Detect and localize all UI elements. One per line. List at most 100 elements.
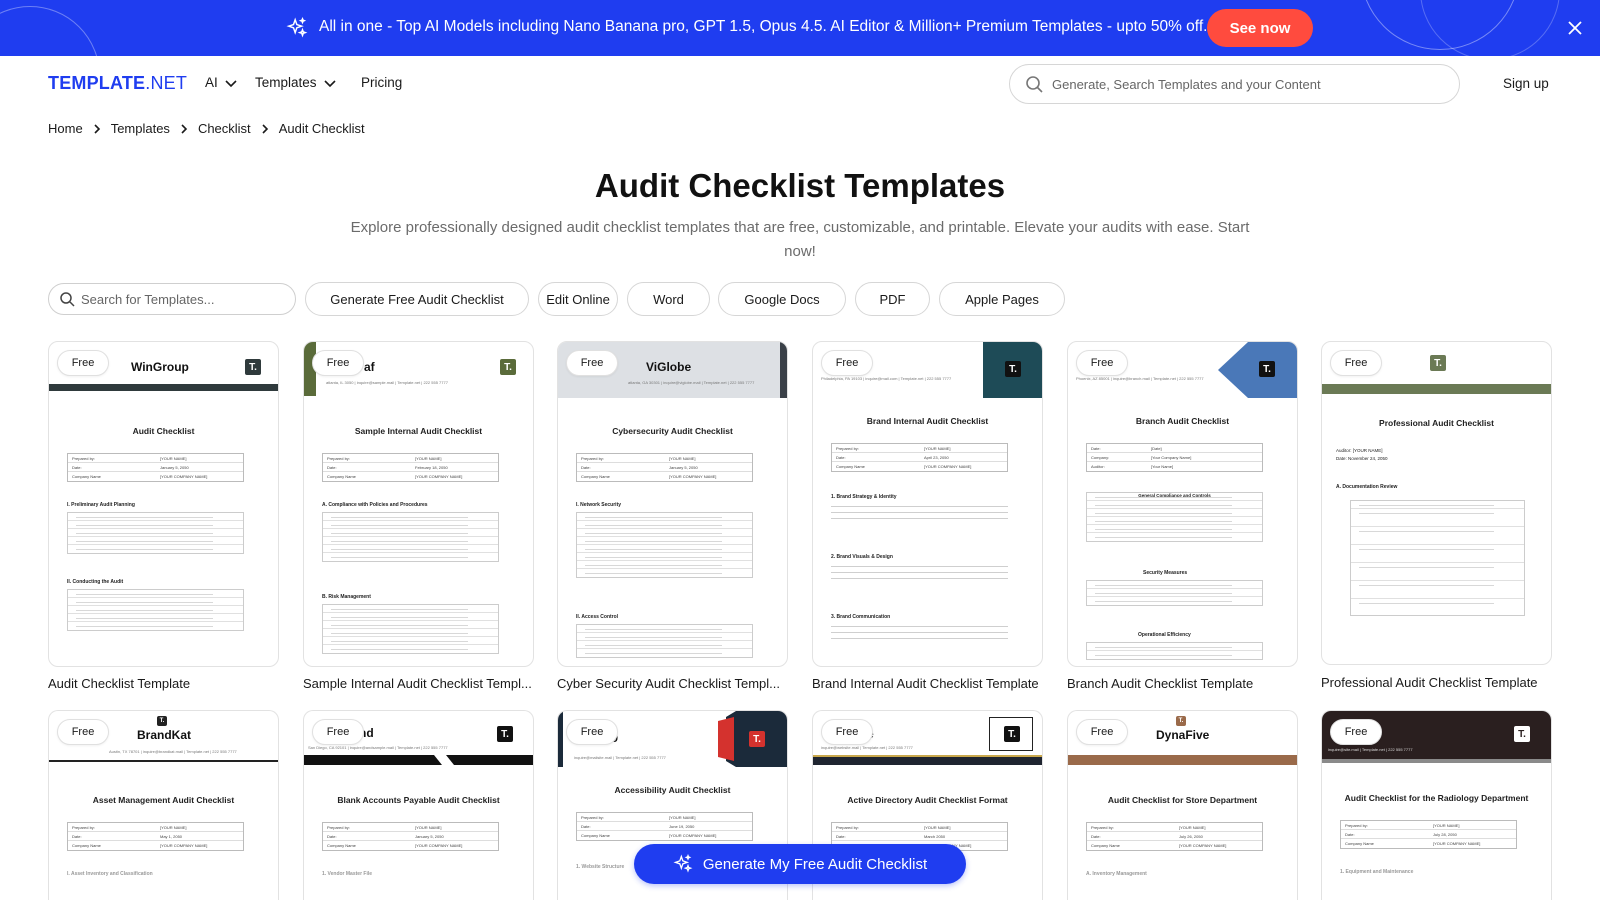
doc-info-table: Prepared by: [YOUR NAME] Date: July 28, 20… <box>1340 820 1517 849</box>
doc-label: Date: <box>1091 833 1101 839</box>
doc-header-bar <box>49 384 278 391</box>
doc-section: 1. Brand Strategy & Identity <box>831 494 897 500</box>
nav-ai[interactable]: AI <box>205 75 238 90</box>
doc-section: A. Documentation Review <box>1336 484 1398 490</box>
doc-value: [YOUR COMPANY NAME] <box>1179 843 1227 848</box>
doc-label: Date: <box>72 464 82 470</box>
doc-grid <box>1086 580 1263 606</box>
nav-ai-label: AI <box>205 75 218 90</box>
free-badge: Free <box>312 719 364 745</box>
doc-grid: General Compliance and Controls <box>1086 492 1263 542</box>
breadcrumb-home[interactable]: Home <box>48 121 83 136</box>
doc-grid <box>322 512 499 562</box>
template-thumbnail[interactable]: ViGlobe atlanta, GA 30301 | inquire@vigl… <box>557 341 788 667</box>
chip-word[interactable]: Word <box>627 282 710 316</box>
doc-info-table: Date: [Date] Company: [Your Company Name] … <box>1086 443 1263 472</box>
doc-section: 3. Brand Communication <box>831 614 891 620</box>
doc-info-table: Prepared by: [YOUR NAME] Date: July 26, 20… <box>1086 822 1263 851</box>
doc-grid <box>67 589 244 631</box>
doc-label: Company Name <box>72 843 101 848</box>
cta-label: Generate My Free Audit Checklist <box>702 855 928 873</box>
template-title[interactable]: Brand Internal Audit Checklist Template <box>812 676 1047 691</box>
chip-apple-pages[interactable]: Apple Pages <box>939 282 1065 316</box>
doc-label: Company Name <box>836 464 865 469</box>
doc-value: [YOUR NAME] <box>160 455 187 461</box>
doc-label: Company Name <box>327 474 356 479</box>
free-badge: Free <box>1076 350 1128 376</box>
doc-value: [YOUR COMPANY NAME] <box>924 464 972 469</box>
template-logo-icon: T. <box>1259 361 1275 377</box>
chip-generate[interactable]: Generate Free Audit Checklist <box>305 282 529 316</box>
doc-label: Prepared by: <box>1091 824 1114 830</box>
template-title[interactable]: Audit Checklist Template <box>48 676 283 691</box>
doc-title: Audit Checklist <box>132 426 195 436</box>
doc-label: Date: <box>327 464 337 470</box>
doc-label: Prepared by: <box>327 455 350 461</box>
doc-value: [YOUR NAME] <box>415 824 442 830</box>
doc-brand: af <box>364 360 375 374</box>
doc-title: Audit Checklist for Store Department <box>1107 795 1258 805</box>
see-now-button[interactable]: See now <box>1207 9 1313 47</box>
nav-templates[interactable]: Templates <box>255 75 337 90</box>
doc-title: Cybersecurity Audit Checklist <box>612 426 733 436</box>
doc-brand: ViGlobe <box>646 360 692 374</box>
close-icon[interactable] <box>1565 18 1585 38</box>
sign-up-link[interactable]: Sign up <box>1503 76 1549 91</box>
generate-audit-checklist-button[interactable]: Generate My Free Audit Checklist <box>634 844 966 884</box>
doc-value: [YOUR COMPANY NAME] <box>415 474 463 479</box>
doc-header-bar <box>49 760 278 762</box>
doc-info-table: Prepared by: [YOUR NAME] Date: February 18… <box>322 453 499 482</box>
template-thumbnail[interactable]: T. p Philadelphia, PA 19103 | inquire@ma… <box>812 341 1043 667</box>
free-badge: Free <box>566 350 618 376</box>
doc-grid <box>322 604 499 654</box>
header-search[interactable] <box>1009 64 1460 104</box>
free-badge: Free <box>821 350 873 376</box>
doc-label: Prepared by: <box>836 445 859 451</box>
template-thumbnail[interactable]: T. Professional Audit Checklist Auditor:… <box>1321 341 1552 665</box>
doc-label: Prepared by: <box>327 824 350 830</box>
doc-brand: DynaFive <box>1156 728 1210 742</box>
nav-pricing-label: Pricing <box>361 75 403 90</box>
template-title[interactable]: Cyber Security Audit Checklist Templ... <box>557 676 792 691</box>
template-title[interactable]: Sample Internal Audit Checklist Templ... <box>303 676 538 691</box>
doc-value: [YOUR COMPANY NAME] <box>669 833 717 838</box>
doc-header-bar <box>1068 755 1297 765</box>
nav-pricing[interactable]: Pricing <box>361 75 402 90</box>
template-logo-icon: T. <box>1430 355 1446 371</box>
doc-value: [YOUR NAME] <box>669 814 696 820</box>
doc-header-bar <box>1322 384 1551 394</box>
free-badge: Free <box>1076 719 1128 745</box>
doc-header-accent <box>1322 759 1551 763</box>
doc-address: inquire@site.mail | Template.net | 222 5… <box>1328 747 1413 752</box>
chip-google-docs[interactable]: Google Docs <box>718 282 846 316</box>
doc-info-table: Prepared by: [YOUR NAME] Date: April 23, 2… <box>831 443 1008 472</box>
doc-info-table: Prepared by: [YOUR NAME] Date: January 5, … <box>67 453 244 482</box>
search-icon <box>60 292 75 307</box>
doc-title: Blank Accounts Payable Audit Checklist <box>337 795 500 805</box>
chip-edit-online[interactable]: Edit Online <box>538 282 618 316</box>
doc-label: Prepared by: <box>1345 822 1368 828</box>
template-thumbnail[interactable]: af T. atlanta, IL 3050 | inquire@sample.… <box>303 341 534 667</box>
breadcrumb-templates[interactable]: Templates <box>111 121 170 136</box>
template-thumbnail[interactable]: T. Phoenix, AZ 85001 | inquire@branch.ma… <box>1067 341 1298 667</box>
doc-value: [YOUR NAME] <box>1433 822 1460 828</box>
chip-pdf[interactable]: PDF <box>855 282 930 316</box>
template-search[interactable] <box>48 283 296 315</box>
site-logo[interactable]: TEMPLATE.NET <box>48 73 187 94</box>
doc-brand: BrandKat <box>137 728 192 742</box>
template-title[interactable]: Branch Audit Checklist Template <box>1067 676 1302 691</box>
search-icon <box>1026 76 1043 93</box>
doc-address: atlanta, IL 3050 | inquire@sample.mail |… <box>326 380 448 385</box>
template-title[interactable]: Professional Audit Checklist Template <box>1321 675 1556 690</box>
template-thumbnail[interactable]: WinGroup T. Audit Checklist Prepared by:… <box>48 341 279 667</box>
doc-header-shape <box>1218 342 1297 398</box>
header-search-input[interactable] <box>1052 76 1432 92</box>
doc-label: Prepared by: <box>72 824 95 830</box>
doc-grid <box>576 624 753 658</box>
doc-label: Date: <box>581 464 591 470</box>
breadcrumb-checklist[interactable]: Checklist <box>198 121 251 136</box>
doc-title: Audit Checklist for the Radiology Depart… <box>1344 793 1529 803</box>
doc-label: Prepared by: <box>581 455 604 461</box>
doc-header-accent <box>813 755 1042 757</box>
template-search-input[interactable] <box>81 291 281 307</box>
